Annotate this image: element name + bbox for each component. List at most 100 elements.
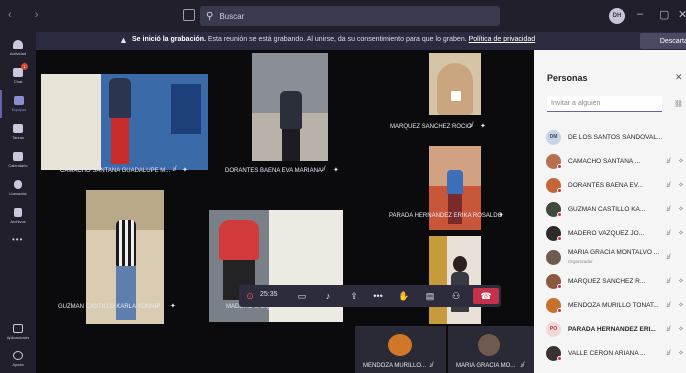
apps-icon [13,324,23,333]
calendar-icon [13,152,23,161]
rail-label: Equipos [11,107,27,112]
participant-row[interactable]: MARQUEZ SANCHEZ R... ♪̸ ✧ [544,270,684,292]
mic-off-icon: ♪̸ [666,205,670,213]
teams-icon [14,96,24,105]
participant-name: CAMACHO SANTANA ... [568,157,641,165]
person-figure [448,194,462,224]
close-panel-icon[interactable]: ✕ [675,72,683,83]
rail-label: Archivos [10,219,26,224]
participant-row[interactable]: DORANTES BAENA EV... ♪̸ ✧ [544,174,684,196]
hang-up-button[interactable]: ☎ [473,288,499,304]
pin-icon[interactable]: ✧ [678,325,684,333]
avatar: PO [546,321,561,337]
participant-row[interactable]: GUZMAN CASTILLO KA... ♪̸ ✧ [544,198,684,220]
phone-icon [14,180,22,189]
rail-item-calls[interactable]: Llamadas [0,174,36,202]
participant-name: DE LOS SANTOS SANDOVAL... [568,133,663,141]
status-dot [557,164,562,169]
video-tile[interactable] [429,53,481,115]
video-tile[interactable] [429,236,481,324]
participant-name: PARADA HERNANDEZ ERIKA ROSALDO [389,213,503,219]
participant-name: GUZMAN CASTILLO KARLA YONNE [58,304,159,310]
rail-item-activity[interactable]: Actividad [0,34,36,62]
more-apps-icon[interactable]: ••• [12,235,23,244]
bottom-video-tile[interactable]: MARIA GRACIA MO... ♪̸ [448,326,534,373]
participant-row[interactable]: MADERO VAZQUEZ JO... ♪̸ ✧ [544,222,684,244]
rail-item-assignments[interactable]: Tareas [0,118,36,146]
invite-input[interactable]: Invitar a alguien [547,96,662,112]
person-figure [116,220,136,266]
participants-button[interactable]: ⚇ [449,289,463,303]
camera-toggle-button[interactable]: ▭ [295,289,309,303]
mic-off-icon: ♪̸ [666,229,670,237]
participant-name: CAMACHO SANTANA GUADALUPE M... [60,168,171,174]
pin-icon: ✦ [498,212,504,219]
maximize-button[interactable]: ▢ [659,8,669,21]
bottom-video-tile[interactable]: MENDOZA MURILLO... ♪̸ [355,326,446,373]
share-invite-icon[interactable]: ⛓ [674,100,683,108]
rail-label: Chat [13,79,23,84]
close-window-button[interactable]: ✕ [678,8,686,21]
more-actions-button[interactable]: ••• [371,289,385,303]
mic-off-icon: ♪̸ [666,157,670,165]
recording-message: Se inició la grabación. Esta reunión se … [132,36,535,43]
rail-item-help[interactable]: Ayuda [0,345,36,373]
participant-row[interactable]: MENDOZA MURILLO TONAT... ♪̸ ✧ [544,294,684,316]
participant-row[interactable]: MARIA GRACIA MONTALVO ... Organizador ♪̸ [544,246,684,268]
pin-icon: ✦ [170,303,176,310]
participant-name: MARQUEZ SANCHEZ ROCIO [390,124,472,130]
participant-row[interactable]: CAMACHO SANTANA ... ♪̸ ✧ [544,150,684,172]
raise-hand-button[interactable]: ✋ [397,289,411,303]
rail-item-calendar[interactable]: Calendario [0,146,36,174]
participant-name: MARIA GRACIA MO... [456,363,516,369]
app-rail: Actividad Chat 1 Equipos Tareas Calendar… [0,32,36,373]
dismiss-button[interactable]: Descartar [640,33,686,49]
person-figure [116,266,136,320]
pin-icon[interactable]: ✧ [678,181,684,189]
banner-text: Esta reunión se está grabando. Al unirse… [207,36,467,43]
video-tile[interactable] [41,74,208,170]
rail-item-apps[interactable]: Aplicaciones [0,318,36,346]
rail-item-chat[interactable]: Chat 1 [0,62,36,90]
participant-name: MADERO VAZQUEZ JO... [568,229,645,237]
mic-off-icon: ♪̸ [321,166,325,173]
bell-icon [13,40,23,49]
chat-button[interactable]: ▤ [423,289,437,303]
participant-row[interactable]: PO PARADA HERNANDEZ ERI... ♪̸ ✧ [544,318,684,340]
status-dot [557,212,562,217]
pin-icon[interactable]: ✧ [678,205,684,213]
mic-off-icon: ♪̸ [172,166,176,173]
privacy-link[interactable]: Política de privacidad [469,36,536,43]
mic-off-icon: ♪̸ [666,181,670,189]
files-icon [14,208,22,217]
participant-row[interactable]: DM DE LOS SANTOS SANDOVAL... [544,126,684,148]
mic-off-icon: ♪̸ [666,253,670,261]
person-figure [451,91,461,101]
compose-icon[interactable] [183,9,195,21]
participant-name: MENDOZA MURILLO TONAT... [568,301,659,309]
teams-window: ‹ › ⚲ Buscar DH – ▢ ✕ Actividad Chat 1 E… [0,0,686,373]
video-tile[interactable] [252,53,328,161]
rail-item-teams[interactable]: Equipos [0,90,36,118]
participant-row[interactable]: VALLE CERON ARIANA ... ♪̸ ✧ [544,342,684,364]
participants-panel: Personas ✕ Invitar a alguien ⛓ DM DE LOS… [534,50,686,373]
user-avatar[interactable]: DH [609,8,625,24]
rail-label: Tareas [11,135,24,140]
share-screen-button[interactable]: ⇪ [347,289,361,303]
person-figure [447,170,463,194]
pin-icon[interactable]: ✧ [678,157,684,165]
mic-toggle-button[interactable]: ♪ [321,289,335,303]
rail-item-files[interactable]: Archivos [0,202,36,230]
search-box[interactable]: ⚲ Buscar [200,6,500,26]
pin-icon: ✦ [480,123,486,130]
minimize-button[interactable]: – [637,8,643,20]
participant-name: MARIA GRACIA MONTALVO ... [568,249,660,256]
person-figure [282,129,300,161]
nav-arrows[interactable]: ‹ › [8,9,48,21]
pin-icon[interactable]: ✧ [678,349,684,357]
banner-title: Se inició la grabación. [132,36,206,43]
pin-icon[interactable]: ✧ [678,301,684,309]
pin-icon[interactable]: ✧ [678,277,684,285]
pin-icon[interactable]: ✧ [678,229,684,237]
search-input[interactable]: Buscar [219,12,244,21]
